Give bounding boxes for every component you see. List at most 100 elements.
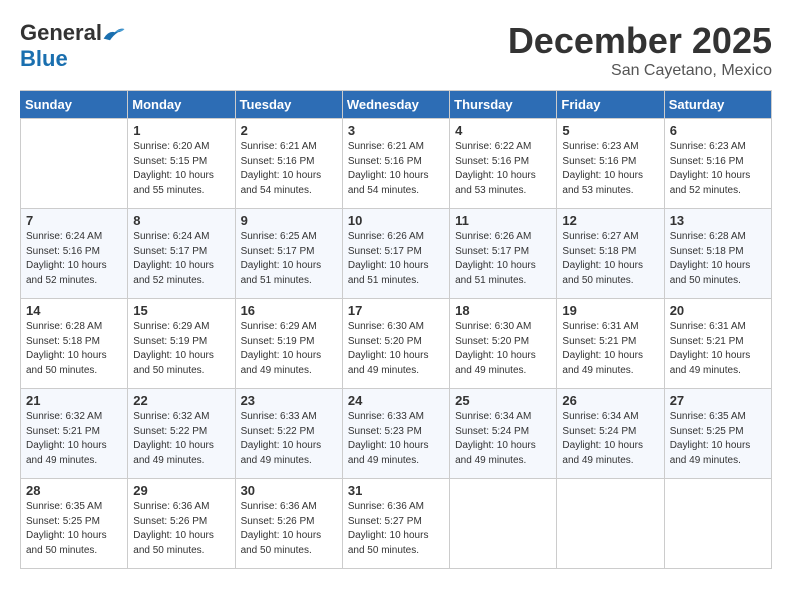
day-detail: Sunrise: 6:21 AM Sunset: 5:16 PM Dayligh… <box>348 140 444 198</box>
day-number: 30 <box>241 483 337 498</box>
day-number: 14 <box>26 303 122 318</box>
day-number: 4 <box>455 123 551 138</box>
weekday-header-sunday: Sunday <box>21 91 128 119</box>
calendar-cell: 31 Sunrise: 6:36 AM Sunset: 5:27 PM Dayli… <box>342 479 449 569</box>
calendar-cell <box>21 119 128 209</box>
calendar-cell <box>450 479 557 569</box>
day-detail: Sunrise: 6:22 AM Sunset: 5:16 PM Dayligh… <box>455 140 551 198</box>
day-detail: Sunrise: 6:33 AM Sunset: 5:23 PM Dayligh… <box>348 410 444 468</box>
calendar-cell: 17 Sunrise: 6:30 AM Sunset: 5:20 PM Dayli… <box>342 299 449 389</box>
day-detail: Sunrise: 6:32 AM Sunset: 5:22 PM Dayligh… <box>133 410 229 468</box>
day-number: 9 <box>241 213 337 228</box>
day-detail: Sunrise: 6:28 AM Sunset: 5:18 PM Dayligh… <box>26 320 122 378</box>
weekday-header-thursday: Thursday <box>450 91 557 119</box>
day-number: 2 <box>241 123 337 138</box>
calendar-cell: 13 Sunrise: 6:28 AM Sunset: 5:18 PM Dayli… <box>664 209 771 299</box>
day-detail: Sunrise: 6:28 AM Sunset: 5:18 PM Dayligh… <box>670 230 766 288</box>
calendar-table: SundayMondayTuesdayWednesdayThursdayFrid… <box>20 90 772 569</box>
calendar-cell: 15Sunrise: 6:29 AM Sunset: 5:19 PM Dayli… <box>128 299 235 389</box>
day-detail: Sunrise: 6:20 AM Sunset: 5:15 PM Dayligh… <box>133 140 229 198</box>
month-title: December 2025 <box>508 20 772 62</box>
day-detail: Sunrise: 6:36 AM Sunset: 5:26 PM Dayligh… <box>133 500 229 558</box>
day-detail: Sunrise: 6:23 AM Sunset: 5:16 PM Dayligh… <box>670 140 766 198</box>
day-number: 13 <box>670 213 766 228</box>
day-detail: Sunrise: 6:30 AM Sunset: 5:20 PM Dayligh… <box>348 320 444 378</box>
day-detail: Sunrise: 6:34 AM Sunset: 5:24 PM Dayligh… <box>455 410 551 468</box>
calendar-cell: 14 Sunrise: 6:28 AM Sunset: 5:18 PM Dayli… <box>21 299 128 389</box>
day-detail: Sunrise: 6:35 AM Sunset: 5:25 PM Dayligh… <box>26 500 122 558</box>
calendar-week-row: 1 Sunrise: 6:20 AM Sunset: 5:15 PM Daylig… <box>21 119 772 209</box>
day-number: 25 <box>455 393 551 408</box>
day-number: 18 <box>455 303 551 318</box>
day-number: 16 <box>241 303 337 318</box>
day-detail: Sunrise: 6:34 AM Sunset: 5:24 PM Dayligh… <box>562 410 658 468</box>
day-detail: Sunrise: 6:27 AM Sunset: 5:18 PM Dayligh… <box>562 230 658 288</box>
day-number: 21 <box>26 393 122 408</box>
day-number: 8 <box>133 213 229 228</box>
location-subtitle: San Cayetano, Mexico <box>508 62 772 80</box>
calendar-cell: 6Sunrise: 6:23 AM Sunset: 5:16 PM Daylig… <box>664 119 771 209</box>
day-number: 29 <box>133 483 229 498</box>
day-number: 22 <box>133 393 229 408</box>
day-number: 7 <box>26 213 122 228</box>
day-detail: Sunrise: 6:21 AM Sunset: 5:16 PM Dayligh… <box>241 140 337 198</box>
day-number: 28 <box>26 483 122 498</box>
day-detail: Sunrise: 6:36 AM Sunset: 5:26 PM Dayligh… <box>241 500 337 558</box>
calendar-cell: 8 Sunrise: 6:24 AM Sunset: 5:17 PM Daylig… <box>128 209 235 299</box>
day-number: 3 <box>348 123 444 138</box>
day-number: 24 <box>348 393 444 408</box>
day-number: 17 <box>348 303 444 318</box>
day-number: 11 <box>455 213 551 228</box>
calendar-week-row: 7 Sunrise: 6:24 AM Sunset: 5:16 PM Daylig… <box>21 209 772 299</box>
day-number: 19 <box>562 303 658 318</box>
calendar-cell: 11 Sunrise: 6:26 AM Sunset: 5:17 PM Dayli… <box>450 209 557 299</box>
calendar-cell: 29 Sunrise: 6:36 AM Sunset: 5:26 PM Dayli… <box>128 479 235 569</box>
calendar-cell: 10Sunrise: 6:26 AM Sunset: 5:17 PM Dayli… <box>342 209 449 299</box>
title-block: December 2025 San Cayetano, Mexico <box>508 20 772 80</box>
day-number: 26 <box>562 393 658 408</box>
weekday-header-tuesday: Tuesday <box>235 91 342 119</box>
day-detail: Sunrise: 6:32 AM Sunset: 5:21 PM Dayligh… <box>26 410 122 468</box>
logo: General Blue <box>20 20 126 72</box>
calendar-cell <box>557 479 664 569</box>
day-detail: Sunrise: 6:30 AM Sunset: 5:20 PM Dayligh… <box>455 320 551 378</box>
logo-general: General <box>20 20 102 46</box>
day-detail: Sunrise: 6:24 AM Sunset: 5:17 PM Dayligh… <box>133 230 229 288</box>
day-number: 31 <box>348 483 444 498</box>
day-detail: Sunrise: 6:31 AM Sunset: 5:21 PM Dayligh… <box>670 320 766 378</box>
calendar-cell: 20 Sunrise: 6:31 AM Sunset: 5:21 PM Dayli… <box>664 299 771 389</box>
day-detail: Sunrise: 6:26 AM Sunset: 5:17 PM Dayligh… <box>455 230 551 288</box>
day-detail: Sunrise: 6:31 AM Sunset: 5:21 PM Dayligh… <box>562 320 658 378</box>
weekday-header-friday: Friday <box>557 91 664 119</box>
calendar-cell: 7 Sunrise: 6:24 AM Sunset: 5:16 PM Daylig… <box>21 209 128 299</box>
calendar-cell: 3 Sunrise: 6:21 AM Sunset: 5:16 PM Daylig… <box>342 119 449 209</box>
calendar-week-row: 28 Sunrise: 6:35 AM Sunset: 5:25 PM Dayli… <box>21 479 772 569</box>
day-number: 5 <box>562 123 658 138</box>
calendar-cell: 16 Sunrise: 6:29 AM Sunset: 5:19 PM Dayli… <box>235 299 342 389</box>
calendar-cell: 5Sunrise: 6:23 AM Sunset: 5:16 PM Daylig… <box>557 119 664 209</box>
calendar-week-row: 14 Sunrise: 6:28 AM Sunset: 5:18 PM Dayli… <box>21 299 772 389</box>
day-number: 1 <box>133 123 229 138</box>
weekday-header-row: SundayMondayTuesdayWednesdayThursdayFrid… <box>21 91 772 119</box>
day-detail: Sunrise: 6:25 AM Sunset: 5:17 PM Dayligh… <box>241 230 337 288</box>
calendar-cell: 28 Sunrise: 6:35 AM Sunset: 5:25 PM Dayli… <box>21 479 128 569</box>
calendar-cell: 2 Sunrise: 6:21 AM Sunset: 5:16 PM Daylig… <box>235 119 342 209</box>
calendar-cell: 27Sunrise: 6:35 AM Sunset: 5:25 PM Dayli… <box>664 389 771 479</box>
calendar-cell: 12Sunrise: 6:27 AM Sunset: 5:18 PM Dayli… <box>557 209 664 299</box>
calendar-cell: 19 Sunrise: 6:31 AM Sunset: 5:21 PM Dayli… <box>557 299 664 389</box>
calendar-week-row: 21 Sunrise: 6:32 AM Sunset: 5:21 PM Dayli… <box>21 389 772 479</box>
calendar-cell: 21 Sunrise: 6:32 AM Sunset: 5:21 PM Dayli… <box>21 389 128 479</box>
calendar-cell: 30 Sunrise: 6:36 AM Sunset: 5:26 PM Dayli… <box>235 479 342 569</box>
day-detail: Sunrise: 6:36 AM Sunset: 5:27 PM Dayligh… <box>348 500 444 558</box>
calendar-cell <box>664 479 771 569</box>
day-number: 23 <box>241 393 337 408</box>
day-number: 20 <box>670 303 766 318</box>
calendar-cell: 26 Sunrise: 6:34 AM Sunset: 5:24 PM Dayli… <box>557 389 664 479</box>
day-detail: Sunrise: 6:29 AM Sunset: 5:19 PM Dayligh… <box>241 320 337 378</box>
calendar-cell: 1 Sunrise: 6:20 AM Sunset: 5:15 PM Daylig… <box>128 119 235 209</box>
day-detail: Sunrise: 6:24 AM Sunset: 5:16 PM Dayligh… <box>26 230 122 288</box>
day-detail: Sunrise: 6:33 AM Sunset: 5:22 PM Dayligh… <box>241 410 337 468</box>
logo-blue: Blue <box>20 46 68 72</box>
weekday-header-wednesday: Wednesday <box>342 91 449 119</box>
calendar-cell: 22 Sunrise: 6:32 AM Sunset: 5:22 PM Dayli… <box>128 389 235 479</box>
